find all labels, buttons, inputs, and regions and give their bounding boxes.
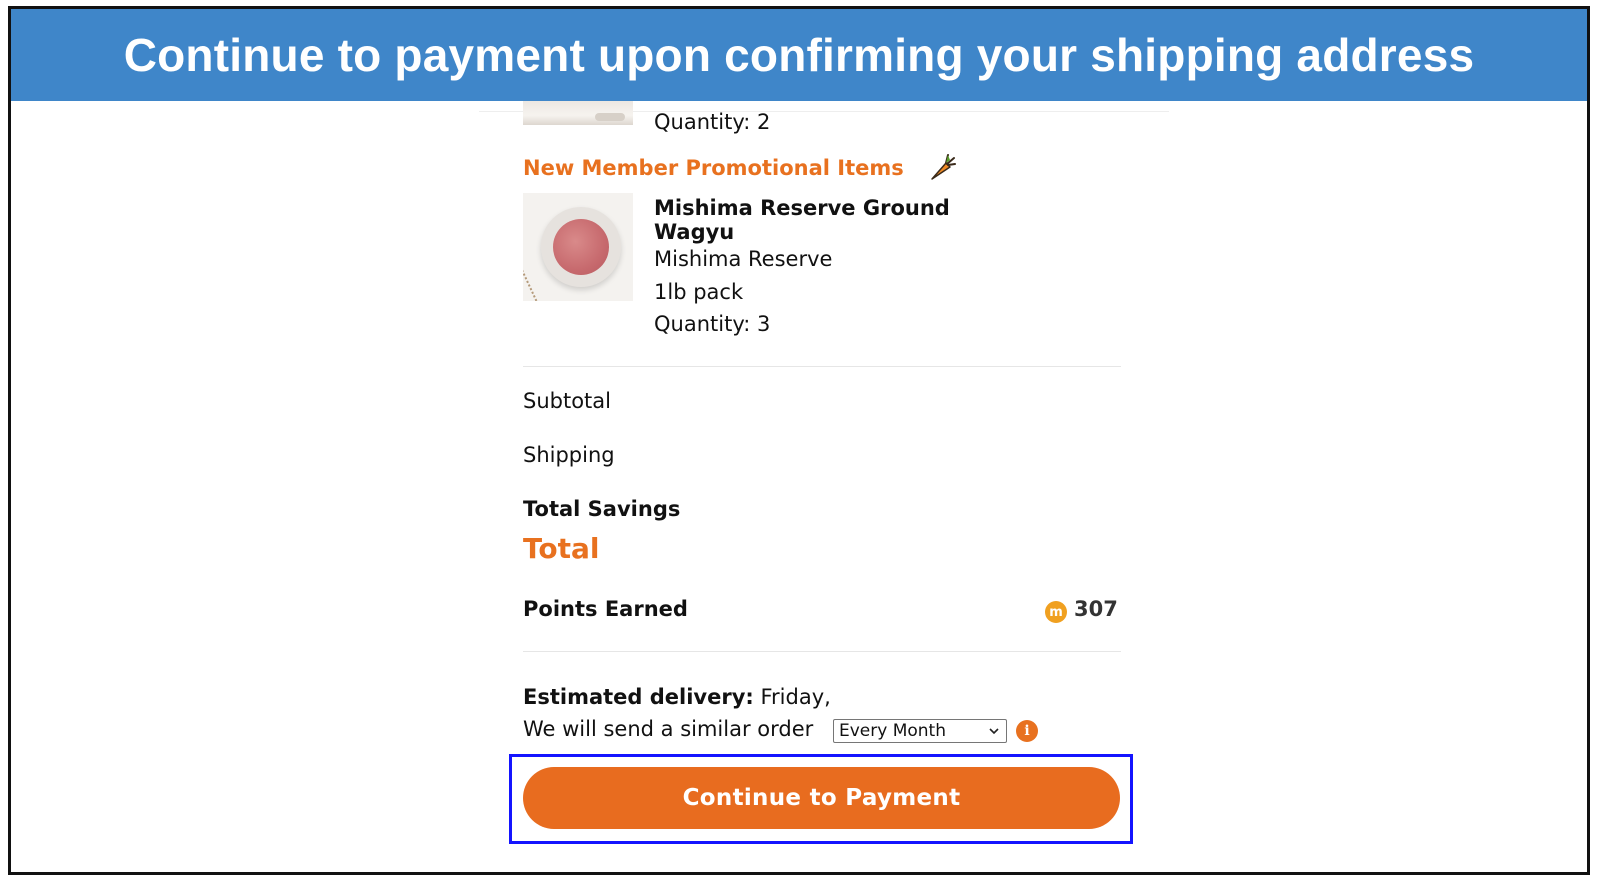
total-label: Total <box>523 532 600 565</box>
product-brand: Mishima Reserve <box>654 247 833 271</box>
caption-text: Continue to payment upon confirming your… <box>123 29 1475 81</box>
points-coin-icon: m <box>1045 601 1067 623</box>
divider <box>523 366 1121 367</box>
order-summary: Quantity: 2 New Member Promotional Items… <box>11 101 1587 872</box>
estimated-delivery-value: Friday, <box>760 685 831 709</box>
carrot-icon <box>931 154 956 180</box>
chevron-down-icon <box>989 728 999 735</box>
shipping-label: Shipping <box>523 443 615 467</box>
caption-banner: Continue to payment upon confirming your… <box>11 9 1587 101</box>
product-size: 1lb pack <box>654 280 744 304</box>
product-thumbnail[interactable] <box>523 193 633 301</box>
points-earned-label: Points Earned <box>523 597 688 621</box>
previous-item-quantity: Quantity: 2 <box>654 110 771 134</box>
points-earned-value: 307 <box>1074 597 1118 621</box>
screenshot-frame: Continue to payment upon confirming your… <box>8 6 1590 875</box>
ground-wagyu-image <box>553 219 609 275</box>
continue-to-payment-button[interactable]: Continue to Payment <box>523 767 1120 829</box>
recurring-order-text: We will send a similar order <box>523 717 814 741</box>
previous-item-thumbnail <box>523 101 633 125</box>
product-quantity: Quantity: 3 <box>654 312 771 336</box>
divider <box>523 651 1121 652</box>
product-name[interactable]: Mishima Reserve Ground Wagyu <box>654 196 974 244</box>
frequency-select[interactable]: Every Month <box>833 719 1007 743</box>
info-icon[interactable]: i <box>1016 720 1038 742</box>
promo-section-title: New Member Promotional Items <box>523 156 904 180</box>
estimated-delivery-label: Estimated delivery: <box>523 685 754 709</box>
estimated-delivery: Estimated delivery: Friday, <box>523 685 831 709</box>
frequency-selected-value: Every Month <box>839 721 946 741</box>
subtotal-label: Subtotal <box>523 389 611 413</box>
total-savings-label: Total Savings <box>523 497 681 521</box>
